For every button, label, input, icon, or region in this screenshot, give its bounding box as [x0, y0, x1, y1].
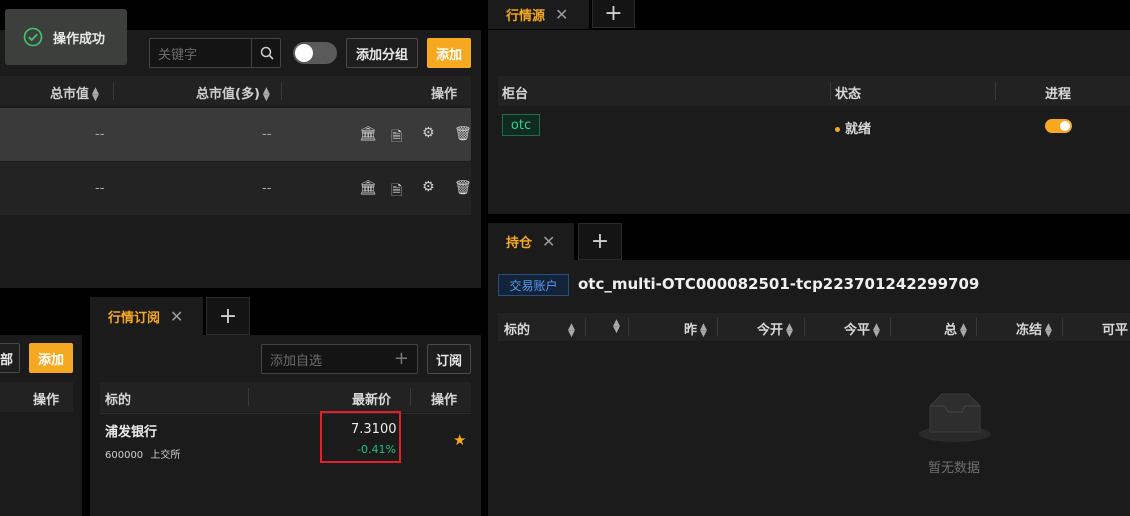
header-latest-price: 最新价 — [352, 393, 391, 408]
sort-icon: ▲ ▼ — [873, 321, 880, 339]
header-symbol[interactable]: 标的 ▲ ▼ — [504, 319, 575, 338]
column-divider — [1062, 318, 1063, 336]
header-close-today[interactable]: 今平 ▲ ▼ — [844, 319, 880, 338]
column-divider — [976, 318, 977, 336]
add-group-button[interactable]: 添加分组 — [346, 38, 418, 68]
header-frozen[interactable]: 冻结 ▲ ▼ — [1016, 319, 1052, 338]
cell-total-value: -- — [95, 181, 105, 196]
cell-total-value-long: -- — [262, 181, 272, 196]
header-available: 可平 — [1102, 323, 1129, 338]
sort-icon: ▲ ▼ — [262, 85, 270, 103]
close-icon[interactable]: ✕ — [542, 232, 555, 251]
status-dot — [835, 127, 840, 132]
header-open-today[interactable]: 今开 ▲ ▼ — [757, 319, 793, 338]
add-watchlist-input[interactable]: 添加自选 + — [261, 344, 418, 374]
close-icon[interactable]: ✕ — [555, 5, 568, 24]
column-divider — [995, 82, 996, 100]
add-button[interactable]: 添加 — [427, 38, 471, 68]
header-action: 操作 — [33, 393, 60, 408]
column-divider — [890, 318, 891, 336]
positions-panel — [488, 260, 1130, 516]
header-yesterday[interactable]: 昨 ▲ ▼ — [684, 319, 707, 338]
empty-box-icon — [918, 392, 992, 448]
market-source-panel — [488, 30, 1130, 214]
header-total-value[interactable]: 总市值 ▲ ▼ — [50, 83, 99, 102]
tab-positions[interactable]: 持仓 ✕ — [488, 223, 574, 260]
sort-icon: ▲ ▼ — [700, 321, 707, 339]
sort-icon: ▲ ▼ — [1045, 321, 1052, 339]
column-divider — [248, 388, 249, 406]
column-divider — [410, 388, 411, 406]
add-tab-button[interactable]: + — [206, 297, 250, 335]
sort-icon: ▲ ▼ — [613, 317, 620, 335]
latest-price: 7.3100 — [351, 422, 397, 437]
plus-icon[interactable]: + — [394, 348, 409, 369]
column-divider — [113, 82, 114, 100]
sort-icon: ▲ ▼ — [960, 321, 967, 339]
column-divider — [804, 318, 805, 336]
document-icon[interactable]: 🗎 — [391, 180, 402, 204]
sort-icon: ▲ ▼ — [568, 321, 575, 339]
cell-total-value: -- — [95, 127, 105, 142]
tab-market-source[interactable]: 行情源 ✕ — [488, 0, 589, 29]
bank-icon[interactable]: 🏛 — [359, 180, 377, 196]
header-process: 进程 — [1045, 87, 1072, 102]
header-status: 状态 — [835, 87, 862, 102]
add-tab-button[interactable]: + — [592, 0, 635, 28]
header-total[interactable]: 总 ▲ ▼ — [944, 319, 967, 338]
add-tab-button[interactable]: + — [578, 223, 622, 260]
column-divider — [628, 318, 629, 336]
header-counter: 柜台 — [502, 87, 529, 102]
header-action: 操作 — [431, 87, 458, 102]
toggle-switch[interactable] — [293, 42, 337, 64]
add-watchlist-placeholder: 添加自选 — [270, 353, 323, 369]
header-sort-unnamed[interactable]: ▲ ▼ — [610, 317, 620, 335]
column-divider — [830, 82, 831, 100]
header-total-value-long[interactable]: 总市值(多) ▲ ▼ — [196, 83, 270, 102]
add-button[interactable]: 添加 — [29, 343, 73, 373]
price-change: -0.41% — [357, 443, 396, 456]
tab-subscription[interactable]: 行情订阅 ✕ — [90, 297, 203, 335]
toggle-knob — [295, 44, 313, 62]
sort-icon: ▲ ▼ — [786, 321, 793, 339]
status-ready: 就绪 — [835, 118, 871, 137]
bank-icon[interactable]: 🏛 — [359, 126, 377, 142]
account-badge: 交易账户 — [498, 274, 569, 296]
header-action: 操作 — [431, 393, 458, 408]
cell-total-value-long: -- — [262, 127, 272, 142]
stock-code: 600000 — [105, 450, 144, 461]
subscription-table-header — [100, 382, 471, 412]
document-icon[interactable]: 🗎 — [391, 126, 402, 150]
market-source-table-header — [498, 76, 1130, 106]
column-divider — [281, 82, 282, 100]
toggle-knob — [1060, 121, 1070, 131]
trash-icon[interactable]: 🗑 — [454, 126, 472, 142]
subscribe-button[interactable]: 订阅 — [427, 344, 471, 374]
star-icon[interactable]: ★ — [453, 431, 466, 449]
close-icon[interactable]: ✕ — [170, 307, 183, 326]
partial-button[interactable]: 部 — [0, 343, 20, 373]
column-divider — [585, 318, 586, 336]
trash-icon[interactable]: 🗑 — [454, 180, 472, 196]
counter-tag: otc — [502, 114, 540, 136]
header-symbol: 标的 — [105, 393, 132, 408]
sort-icon: ▲ ▼ — [92, 85, 99, 103]
empty-text: 暂无数据 — [928, 461, 981, 476]
check-circle-icon — [23, 27, 43, 47]
search-icon[interactable] — [251, 38, 281, 68]
stock-name: 浦发银行 — [105, 425, 158, 440]
account-name: otc_multi-OTC000082501-tcp22370124229970… — [578, 275, 980, 293]
column-divider — [717, 318, 718, 336]
toast-text: 操作成功 — [53, 31, 106, 47]
gear-icon[interactable]: ⚙ — [422, 179, 435, 195]
gear-icon[interactable]: ⚙ — [422, 125, 435, 141]
success-toast: 操作成功 — [5, 9, 127, 65]
stock-exchange: 上交所 — [150, 450, 181, 461]
stock-code-line: 600000 上交所 — [105, 446, 180, 461]
process-toggle[interactable] — [1045, 119, 1072, 133]
search-placeholder: 关键字 — [158, 47, 198, 63]
